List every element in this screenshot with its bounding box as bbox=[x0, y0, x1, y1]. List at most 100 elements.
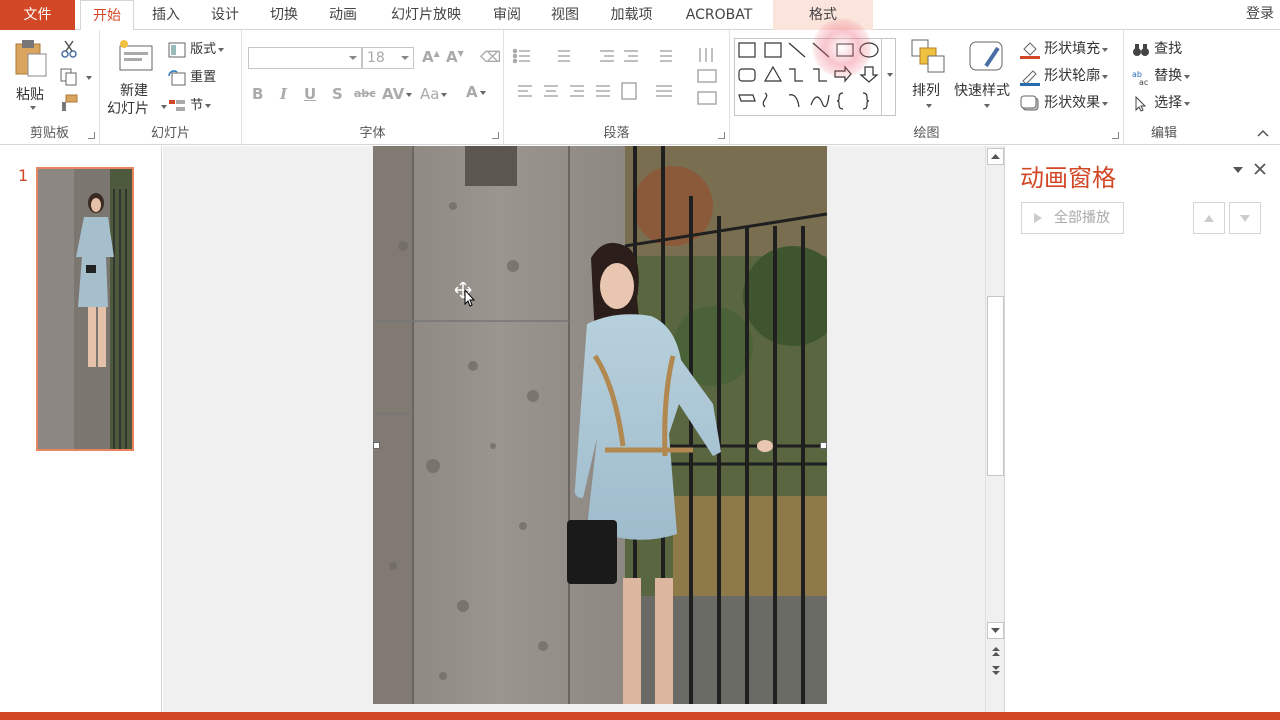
replace-button[interactable]: ab ac 替换 bbox=[1132, 65, 1191, 87]
pane-options-icon[interactable] bbox=[1232, 166, 1244, 174]
reset-button[interactable]: 重置 bbox=[168, 66, 216, 86]
svg-text:ac: ac bbox=[1139, 78, 1148, 85]
close-icon[interactable] bbox=[1253, 162, 1267, 176]
tab-animations[interactable]: 动画 bbox=[323, 0, 363, 30]
shape-effects-button[interactable]: 形状效果 bbox=[1020, 92, 1109, 113]
slide-number: 1 bbox=[18, 166, 29, 185]
shape-outline-button[interactable]: 形状轮廓 bbox=[1020, 65, 1109, 86]
tab-transitions[interactable]: 切换 bbox=[264, 0, 304, 30]
tab-acrobat[interactable]: ACROBAT bbox=[679, 0, 759, 30]
group-clipboard: 粘贴 剪贴板 bbox=[0, 30, 100, 145]
arrange-label: 排列 bbox=[912, 83, 940, 99]
tab-home[interactable]: 开始 bbox=[80, 0, 134, 31]
strikethrough-icon[interactable]: abc bbox=[354, 87, 376, 100]
chevron-down-icon bbox=[984, 104, 990, 108]
chevron-down-icon bbox=[1184, 74, 1191, 79]
shape-fill-button[interactable]: 形状填充 bbox=[1020, 38, 1109, 59]
chevron-down-icon[interactable] bbox=[86, 76, 92, 80]
font-size-combo[interactable]: 18 bbox=[362, 47, 414, 69]
arrange-button[interactable]: 排列 bbox=[906, 38, 950, 118]
tab-file[interactable]: 文件 bbox=[0, 0, 75, 30]
slide-thumbnail[interactable] bbox=[36, 167, 134, 451]
select-button[interactable]: 选择 bbox=[1132, 92, 1191, 112]
photo-thumbnail-icon bbox=[38, 169, 132, 449]
chevron-down-icon bbox=[30, 106, 36, 110]
next-slide-icon[interactable] bbox=[989, 664, 1003, 678]
status-bar bbox=[0, 712, 1280, 720]
chevron-down-icon bbox=[218, 47, 225, 52]
shrink-font-icon[interactable]: A▼ bbox=[446, 48, 464, 66]
section-button[interactable]: 节 bbox=[168, 94, 212, 114]
triangle-down-icon bbox=[1240, 215, 1250, 222]
quick-styles-button[interactable]: 快速样式 bbox=[952, 38, 1018, 118]
selection-handle-right[interactable] bbox=[820, 442, 827, 449]
format-painter-icon[interactable] bbox=[60, 94, 78, 112]
copy-icon[interactable] bbox=[60, 68, 78, 86]
paint-bucket-icon bbox=[1020, 41, 1040, 59]
animation-pane-title: 动画窗格 bbox=[1020, 164, 1116, 192]
chevron-down-icon bbox=[1102, 101, 1109, 106]
paste-button[interactable]: 粘贴 bbox=[10, 36, 54, 116]
tab-review[interactable]: 审阅 bbox=[487, 0, 527, 30]
find-button[interactable]: 查找 bbox=[1132, 38, 1182, 58]
clear-format-icon[interactable]: ⌫ bbox=[480, 48, 501, 66]
selection-handle-left[interactable] bbox=[373, 442, 380, 449]
slides-group-label: 幻灯片 bbox=[150, 126, 190, 141]
animation-pane: 动画窗格 全部播放 bbox=[1004, 146, 1280, 712]
shadow-icon[interactable]: S bbox=[332, 85, 343, 103]
tab-design[interactable]: 设计 bbox=[205, 0, 245, 30]
play-all-button[interactable]: 全部播放 bbox=[1021, 202, 1124, 234]
pen-icon bbox=[1020, 69, 1040, 86]
tab-insert[interactable]: 插入 bbox=[146, 0, 186, 30]
dialog-launcher-icon[interactable] bbox=[718, 132, 725, 139]
font-group-label: 字体 bbox=[359, 126, 386, 141]
new-slide-icon bbox=[119, 40, 153, 71]
find-label: 查找 bbox=[1154, 41, 1183, 57]
font-name-combo[interactable] bbox=[248, 47, 362, 69]
tab-slideshow[interactable]: 幻灯片放映 bbox=[383, 0, 469, 30]
grow-font-icon[interactable]: A▲ bbox=[422, 48, 440, 66]
vertical-scrollbar[interactable] bbox=[985, 146, 1004, 712]
dialog-launcher-icon[interactable] bbox=[1112, 132, 1119, 139]
chevron-down-icon bbox=[205, 103, 212, 108]
group-editing: 查找 ab ac 替换 选择 编辑 bbox=[1124, 30, 1204, 145]
reset-icon bbox=[168, 69, 186, 85]
change-case-icon[interactable]: Aa bbox=[420, 85, 448, 103]
bold-icon[interactable]: B bbox=[252, 85, 263, 103]
dialog-launcher-icon[interactable] bbox=[492, 132, 499, 139]
shapes-scroll[interactable] bbox=[881, 39, 895, 115]
login-link[interactable]: 登录 bbox=[1246, 0, 1280, 30]
previous-slide-icon[interactable] bbox=[989, 644, 1003, 658]
chevron-down-icon bbox=[926, 104, 932, 108]
scroll-thumb[interactable] bbox=[987, 296, 1004, 476]
paragraph-tools-icon bbox=[512, 48, 717, 105]
paragraph-group-label: 段落 bbox=[603, 126, 630, 141]
group-font: 18 A▲ A▼ ⌫ B I U S abc AV Aa A 字体 bbox=[242, 30, 504, 145]
replace-icon: abac bbox=[1132, 70, 1148, 87]
clipboard-group-label: 剪贴板 bbox=[29, 126, 69, 141]
paste-label: 粘贴 bbox=[16, 87, 44, 103]
scroll-up-button[interactable] bbox=[987, 148, 1004, 165]
dialog-launcher-icon[interactable] bbox=[88, 132, 95, 139]
char-spacing-icon[interactable]: AV bbox=[382, 85, 413, 103]
underline-icon[interactable]: U bbox=[304, 85, 316, 103]
scroll-down-button[interactable] bbox=[987, 622, 1004, 639]
drawing-group-label: 绘图 bbox=[913, 126, 940, 141]
ribbon: 粘贴 剪贴板 新建 幻灯片 版式 重置 节 幻灯片 18 A▲ A▼ ⌫ B I… bbox=[0, 30, 1280, 145]
new-slide-button[interactable]: 新建 幻灯片 bbox=[106, 36, 167, 118]
chevron-down-icon bbox=[401, 56, 409, 60]
collapse-ribbon-icon[interactable] bbox=[1256, 128, 1270, 138]
font-size-value: 18 bbox=[367, 50, 385, 66]
cut-icon[interactable] bbox=[60, 40, 78, 58]
slide-thumbnails-pane: 1 bbox=[0, 146, 162, 712]
paste-icon bbox=[15, 40, 47, 77]
layout-button[interactable]: 版式 bbox=[168, 38, 225, 58]
italic-icon[interactable]: I bbox=[280, 85, 287, 103]
slide-picture[interactable] bbox=[373, 146, 827, 704]
move-later-button[interactable] bbox=[1229, 202, 1261, 234]
tab-addins[interactable]: 加载项 bbox=[604, 0, 659, 30]
move-earlier-button[interactable] bbox=[1193, 202, 1225, 234]
binoculars-icon bbox=[1133, 43, 1149, 56]
tab-view[interactable]: 视图 bbox=[545, 0, 585, 30]
font-color-icon[interactable]: A bbox=[466, 83, 486, 101]
